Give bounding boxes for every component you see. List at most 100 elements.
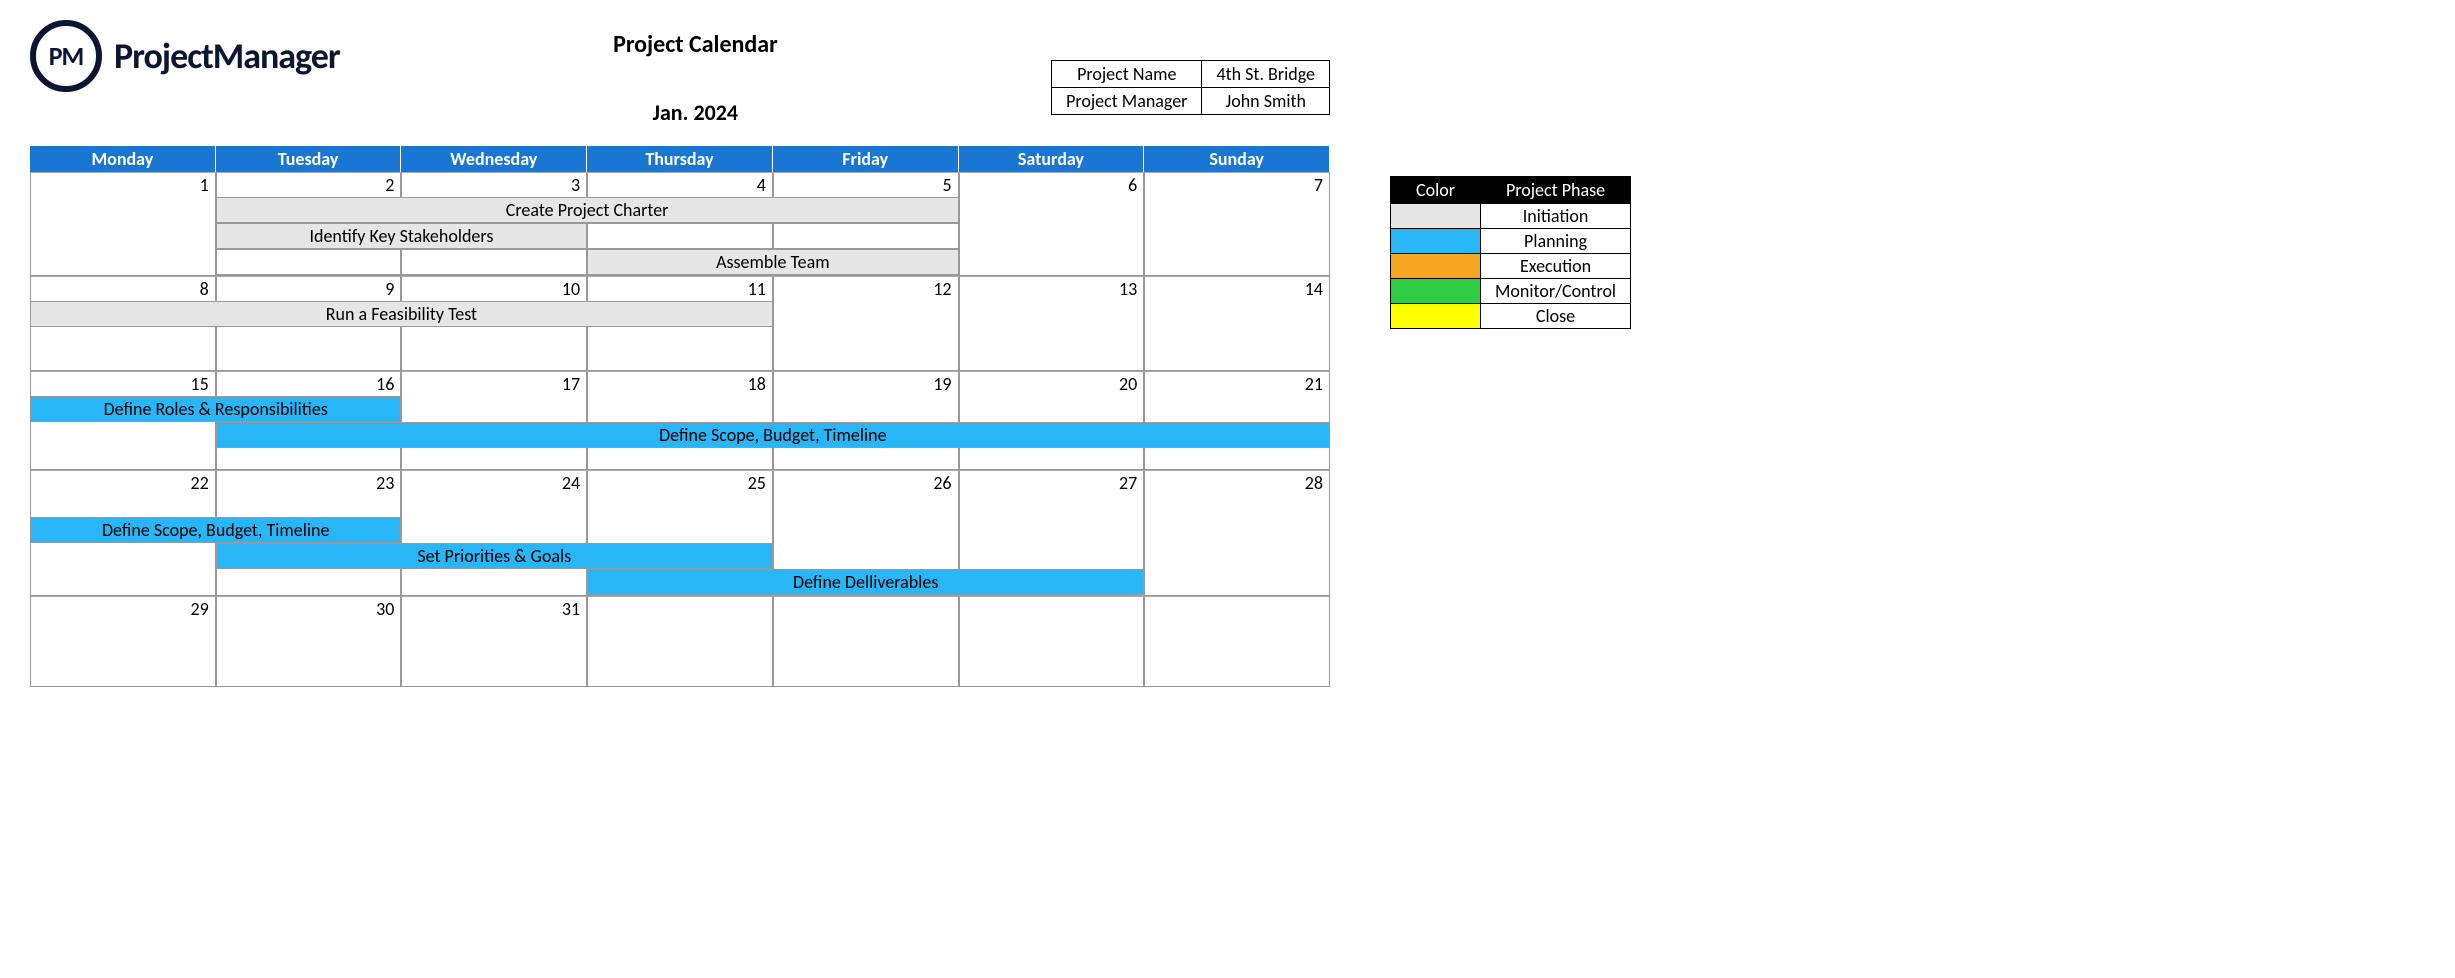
- empty-cell: [30, 249, 216, 275]
- task-bar: [401, 249, 587, 275]
- pad-cell: [401, 621, 587, 643]
- date-cell: 19: [773, 371, 959, 396]
- pad-cell: [587, 327, 773, 349]
- day-header-cell: Wednesday: [401, 146, 587, 172]
- date-cell: 15: [30, 371, 216, 396]
- empty-cell: [773, 396, 959, 422]
- date-cell: 18: [587, 371, 773, 396]
- pad-cell: [959, 448, 1145, 470]
- pad-cell: [30, 349, 216, 371]
- pad-cell: [216, 327, 402, 349]
- pad-cell: [216, 621, 402, 643]
- empty-cell: [30, 223, 216, 249]
- pad-cell: [1144, 665, 1330, 687]
- pad-cell: [216, 349, 402, 371]
- date-cell: [587, 596, 773, 621]
- task-bar: Set Priorities & Goals: [216, 543, 773, 569]
- pad-cell: [1144, 643, 1330, 665]
- empty-cell: [216, 569, 402, 595]
- date-cell: 30: [216, 596, 402, 621]
- pad-cell: [959, 327, 1145, 349]
- header: PM ProjectManager Project Calendar Jan. …: [30, 20, 1330, 126]
- empty-cell: [1144, 249, 1330, 275]
- pad-cell: [773, 665, 959, 687]
- legend-table: ColorProject Phase InitiationPlanningExe…: [1390, 176, 1631, 329]
- date-cell: 8: [30, 276, 216, 301]
- pad-cell: [401, 327, 587, 349]
- date-cell: 31: [401, 596, 587, 621]
- pad-cell: [959, 643, 1145, 665]
- date-cell: 29: [30, 596, 216, 621]
- date-cell: 20: [959, 371, 1145, 396]
- task-bar: Create Project Charter: [216, 197, 959, 223]
- task-bar: [773, 223, 959, 249]
- pad-cell: [30, 665, 216, 687]
- empty-cell: [1144, 569, 1330, 595]
- empty-cell: [587, 517, 773, 543]
- date-cell: 6: [959, 172, 1145, 197]
- task-bar: Define Scope, Budget, Timeline: [30, 517, 401, 543]
- date-cell: 7: [1144, 172, 1330, 197]
- empty-cell: [959, 495, 1145, 517]
- date-cell: 10: [401, 276, 587, 301]
- empty-cell: [773, 301, 959, 327]
- pad-cell: [587, 349, 773, 371]
- empty-cell: [30, 422, 216, 448]
- date-cell: 28: [1144, 470, 1330, 495]
- task-bar: [216, 249, 402, 275]
- project-info-table: Project Name 4th St. Bridge Project Mana…: [1051, 60, 1330, 115]
- empty-cell: [959, 543, 1145, 569]
- empty-cell: [959, 301, 1145, 327]
- calendar-day-header: MondayTuesdayWednesdayThursdayFridaySatu…: [30, 146, 1330, 172]
- legend-swatch: [1391, 254, 1481, 279]
- legend-label: Execution: [1481, 254, 1631, 279]
- pad-cell: [30, 327, 216, 349]
- empty-cell: [587, 495, 773, 517]
- date-cell: 17: [401, 371, 587, 396]
- task-bar: Define Scope, Budget, Timeline: [216, 422, 1330, 448]
- date-cell: 21: [1144, 371, 1330, 396]
- pad-cell: [1144, 327, 1330, 349]
- legend-label: Monitor/Control: [1481, 279, 1631, 304]
- pad-cell: [959, 621, 1145, 643]
- date-cell: 25: [587, 470, 773, 495]
- pad-cell: [773, 621, 959, 643]
- legend-swatch: [1391, 204, 1481, 229]
- day-header-cell: Monday: [30, 146, 216, 172]
- date-cell: 5: [773, 172, 959, 197]
- legend-label: Planning: [1481, 229, 1631, 254]
- date-cell: 2: [216, 172, 402, 197]
- empty-cell: [216, 495, 402, 517]
- legend-swatch: [1391, 279, 1481, 304]
- empty-cell: [1144, 543, 1330, 569]
- day-header-cell: Friday: [773, 146, 959, 172]
- date-cell: 1: [30, 172, 216, 197]
- empty-cell: [1144, 517, 1330, 543]
- empty-cell: [959, 517, 1145, 543]
- empty-cell: [401, 396, 587, 422]
- date-cell: 14: [1144, 276, 1330, 301]
- pad-cell: [587, 643, 773, 665]
- date-cell: [1144, 596, 1330, 621]
- date-cell: 16: [216, 371, 402, 396]
- pad-cell: [587, 621, 773, 643]
- pad-cell: [1144, 448, 1330, 470]
- empty-cell: [30, 569, 216, 595]
- empty-cell: [1144, 197, 1330, 223]
- empty-cell: [1144, 396, 1330, 422]
- info-label-project-name: Project Name: [1052, 61, 1202, 88]
- empty-cell: [30, 495, 216, 517]
- task-bar: Run a Feasibility Test: [30, 301, 773, 327]
- empty-cell: [587, 396, 773, 422]
- logo: PM ProjectManager: [30, 20, 340, 92]
- empty-cell: [401, 569, 587, 595]
- date-cell: 26: [773, 470, 959, 495]
- logo-text: ProjectManager: [114, 34, 340, 78]
- title-block: Project Calendar Jan. 2024: [340, 20, 1051, 126]
- task-bar: Assemble Team: [587, 249, 958, 275]
- pad-cell: [401, 665, 587, 687]
- empty-cell: [30, 197, 216, 223]
- calendar: MondayTuesdayWednesdayThursdayFridaySatu…: [30, 146, 1330, 687]
- pad-cell: [959, 349, 1145, 371]
- empty-cell: [773, 495, 959, 517]
